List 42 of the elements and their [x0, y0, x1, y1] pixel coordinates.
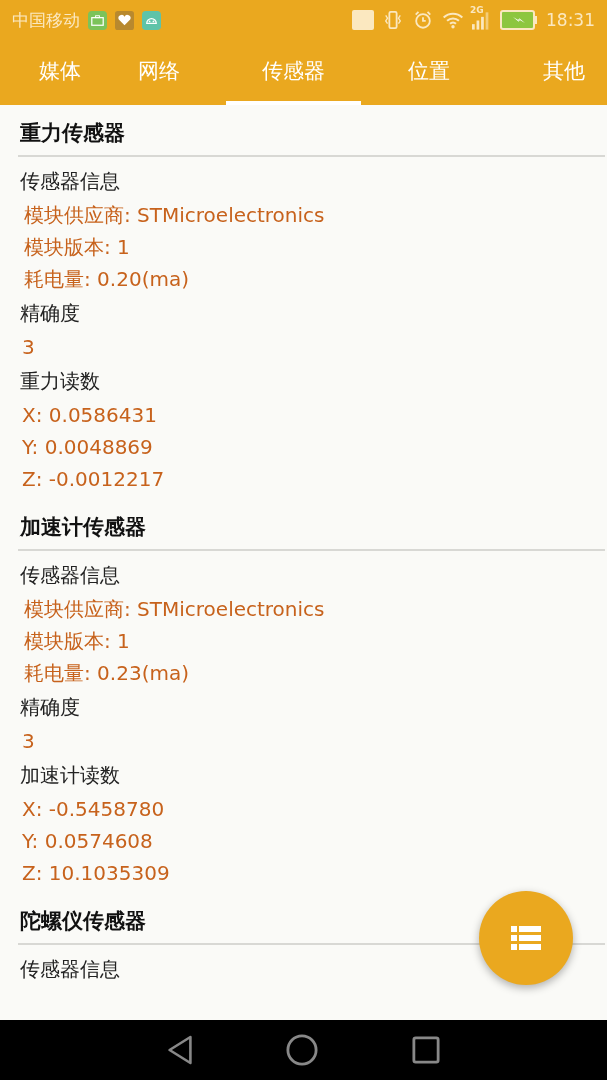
info-value: 模块版本: 1 [23, 234, 131, 261]
carrier-name: 中国移动 [12, 8, 80, 32]
info-heading: 传感器信息 [19, 562, 121, 589]
section-title: 加速计传感器 [19, 514, 147, 541]
wifi-icon [442, 10, 464, 30]
reading-value: Z: 10.1035309 [21, 860, 171, 887]
info-value: 耗电量: 0.23(ma) [23, 660, 190, 687]
list-icon [511, 926, 541, 950]
vibrate-icon [382, 10, 404, 30]
group-label: 精确度 [19, 694, 81, 721]
reading-value: Z: -0.0012217 [21, 466, 166, 493]
recents-icon[interactable] [412, 1036, 441, 1064]
reading-value: X: -0.5458780 [21, 796, 166, 823]
info-heading: 传感器信息 [19, 956, 121, 983]
clock-time: 18:31 [546, 10, 595, 30]
reading-value: X: 0.0586431 [21, 402, 158, 429]
tab[interactable]: 其他 [496, 40, 607, 105]
back-icon[interactable] [166, 1035, 193, 1065]
reading-value: 3 [21, 728, 36, 755]
info-value: 耗电量: 0.20(ma) [23, 266, 190, 293]
info-heading: 传感器信息 [19, 168, 121, 195]
briefcase-icon [88, 10, 107, 30]
reading-value: 3 [21, 334, 36, 361]
android-icon [142, 10, 161, 30]
group-label: 加速计读数 [19, 762, 121, 789]
section-title: 陀螺仪传感器 [19, 908, 147, 935]
info-value: 模块版本: 1 [23, 628, 131, 655]
info-value: 模块供应商: STMicroelectronics [23, 202, 326, 229]
network-type: 2G [470, 4, 484, 15]
tab[interactable]: 位置 [361, 40, 496, 105]
group-label: 重力读数 [19, 368, 101, 395]
reading-value: Y: 0.0048869 [21, 434, 154, 461]
tab[interactable]: 传感器 [226, 40, 361, 105]
home-icon[interactable] [286, 1034, 319, 1066]
battery-icon [500, 10, 538, 30]
tab[interactable]: 网络 [91, 40, 226, 105]
alarm-icon [412, 10, 434, 30]
tab[interactable]: 媒体 [0, 40, 91, 105]
info-value: 模块供应商: STMicroelectronics [23, 596, 326, 623]
group-label: 精确度 [19, 300, 81, 327]
section-title: 重力传感器 [19, 120, 126, 147]
reading-value: Y: 0.0574608 [21, 828, 154, 855]
